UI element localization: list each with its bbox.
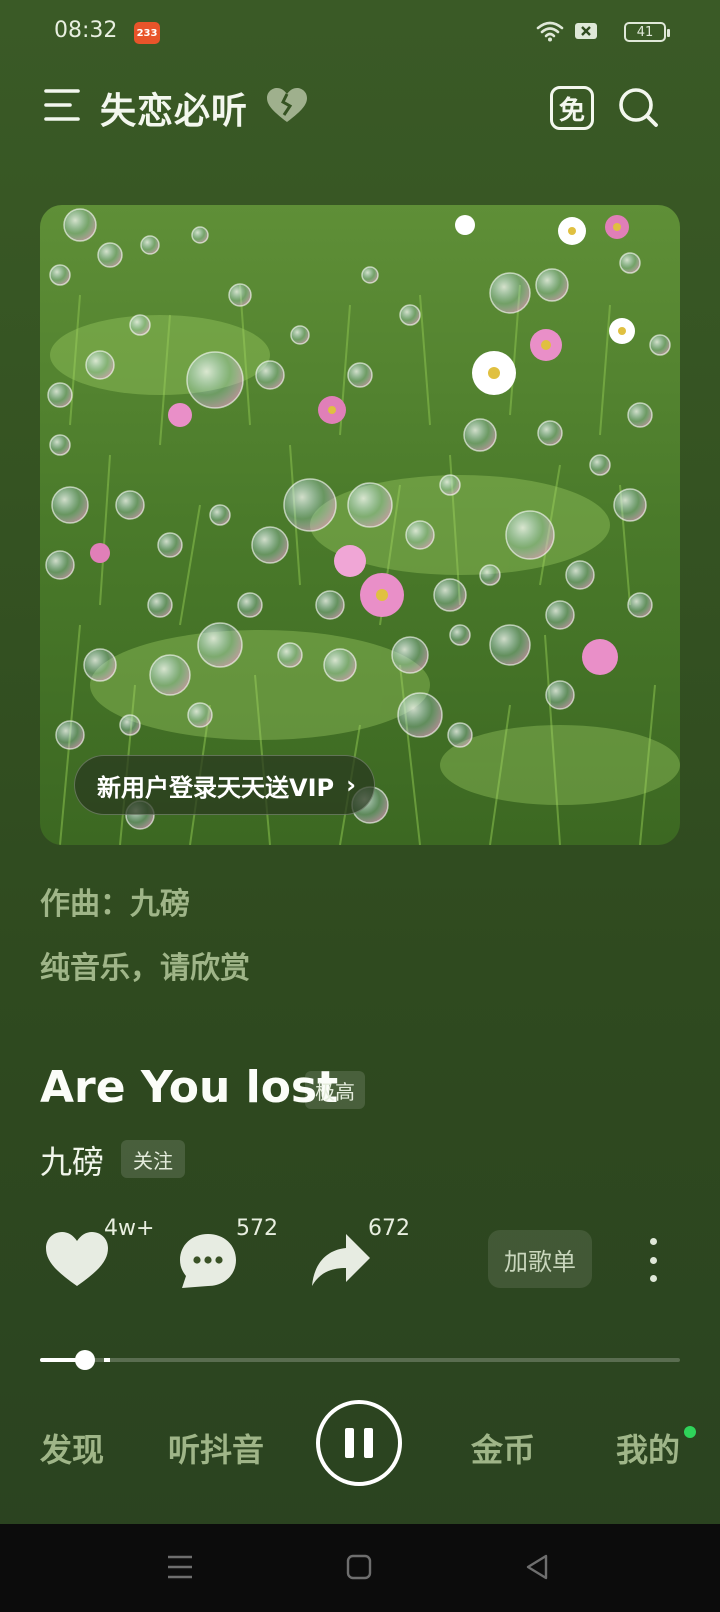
like-heart-icon[interactable]	[46, 1232, 108, 1288]
tab-douyin[interactable]: 听抖音	[168, 1425, 264, 1471]
wifi-icon	[536, 21, 564, 42]
tab-coins[interactable]: 金币	[471, 1425, 535, 1471]
more-options-icon[interactable]	[648, 1238, 658, 1282]
no-sim-icon	[575, 23, 597, 39]
share-count: 672	[368, 1216, 410, 1241]
comment-count: 572	[236, 1216, 278, 1241]
like-count: 4w+	[104, 1216, 155, 1241]
quality-badge[interactable]: 极高	[305, 1071, 365, 1109]
notification-badge: 233	[134, 22, 160, 44]
recents-icon[interactable]	[166, 1554, 194, 1580]
battery-indicator: 41	[624, 22, 670, 42]
composer-line: 作曲：九磅	[40, 887, 190, 922]
progress-buffer-marker	[104, 1358, 110, 1362]
menu-icon[interactable]	[44, 88, 80, 122]
system-nav-bar	[0, 1524, 720, 1612]
playlist-title: 失恋必听	[100, 91, 249, 132]
vip-promo-banner[interactable]: 新用户登录天天送VIP ›	[74, 755, 375, 815]
broken-heart-icon	[267, 88, 307, 122]
status-time: 08:32	[54, 18, 118, 43]
tab-mine[interactable]: 我的	[616, 1425, 680, 1471]
lyric-note-line: 纯音乐，请欣赏	[40, 951, 250, 986]
vip-promo-text: 新用户登录天天送VIP	[97, 773, 335, 802]
chevron-right-icon: ›	[346, 771, 356, 799]
progress-track[interactable]	[40, 1358, 680, 1362]
back-icon[interactable]	[524, 1553, 550, 1581]
pause-icon	[345, 1428, 354, 1458]
search-icon[interactable]	[618, 86, 660, 130]
free-mode-button[interactable]: 免	[550, 86, 594, 130]
add-to-playlist-button[interactable]: 加歌单	[488, 1230, 592, 1288]
new-indicator-dot	[684, 1426, 696, 1438]
progress-thumb[interactable]	[75, 1350, 95, 1370]
song-title: Are You lost	[40, 1062, 339, 1113]
share-icon[interactable]	[310, 1232, 372, 1288]
tab-discover[interactable]: 发现	[40, 1425, 104, 1471]
pause-button[interactable]	[316, 1400, 402, 1486]
home-icon[interactable]	[346, 1554, 372, 1580]
artist-name[interactable]: 九磅	[40, 1137, 104, 1183]
comment-icon[interactable]	[178, 1232, 238, 1290]
album-cover[interactable]	[40, 205, 680, 845]
follow-button[interactable]: 关注	[121, 1140, 185, 1178]
cover-image	[40, 205, 680, 845]
